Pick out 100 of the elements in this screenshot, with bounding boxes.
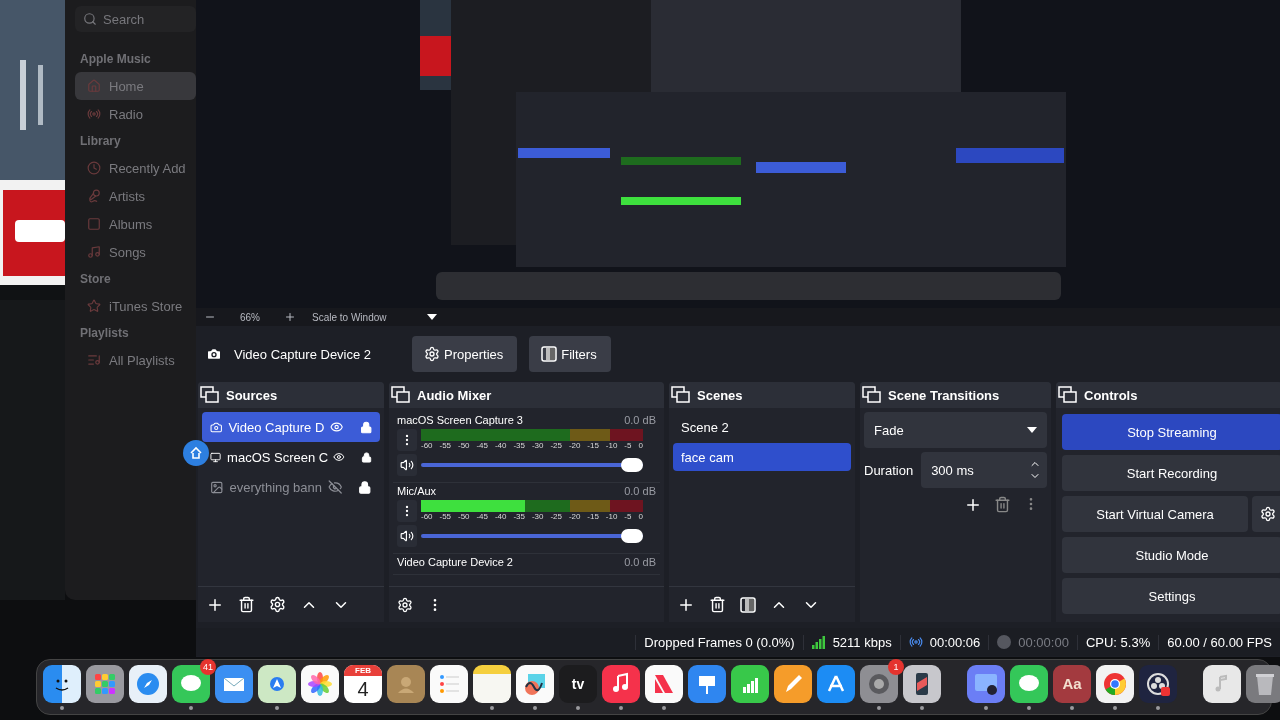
channel-menu-button[interactable] [397, 429, 417, 451]
house-icon [87, 79, 101, 93]
chrome-app-icon[interactable] [1096, 664, 1134, 703]
dictionary-app-icon[interactable]: Aa [1053, 664, 1091, 703]
freeform-app-icon[interactable] [516, 664, 554, 703]
zoom-in-icon[interactable] [284, 311, 296, 323]
panel-title: Sources [226, 387, 278, 403]
add-icon[interactable] [964, 496, 982, 514]
caret-icon [426, 314, 437, 320]
settings-app-icon[interactable] [860, 664, 898, 703]
speaker-icon [400, 458, 414, 472]
lock-icon[interactable] [360, 449, 372, 465]
source-item[interactable]: Video Capture D [202, 412, 380, 442]
channel-name: macOS Screen Capture 3 [397, 414, 523, 426]
screen-app-icon[interactable] [967, 664, 1005, 703]
sidebar-item[interactable]: Radio [75, 100, 196, 128]
stream-time: 00:00:06 [929, 634, 981, 650]
control-button[interactable]: Settings [1062, 578, 1280, 614]
gear-icon [1260, 506, 1276, 522]
numbers-app-icon[interactable] [731, 664, 769, 703]
meter-tick-label: -20 [568, 441, 581, 450]
meter-tick-label: -10 [605, 441, 618, 450]
finder-app-icon[interactable] [43, 664, 81, 703]
sidebar-item[interactable]: Songs [75, 238, 196, 266]
meter-tick-label: -55 [439, 441, 452, 450]
sidebar-item-label: Radio [109, 106, 143, 122]
search-icon [83, 12, 97, 26]
properties-button[interactable]: Properties [412, 336, 518, 372]
mute-button[interactable] [397, 454, 417, 476]
calendar-day: 4 [344, 678, 382, 699]
meter-tick-label: -50 [457, 512, 470, 521]
meter-tick-label: -40 [494, 512, 507, 521]
tv-app-icon[interactable]: tv [559, 664, 597, 703]
contacts-app-icon[interactable] [387, 664, 425, 703]
music-app-icon[interactable] [602, 664, 640, 703]
keynote-app-icon[interactable] [688, 664, 726, 703]
trash-icon[interactable] [709, 596, 726, 613]
safari-app-icon[interactable] [129, 664, 167, 703]
scale-dropdown[interactable]: Scale to Window [306, 311, 443, 323]
calendar-app-icon[interactable]: FEB 4 [344, 664, 382, 703]
sidebar-item[interactable]: Recently Add [75, 154, 196, 182]
slider-thumb[interactable] [621, 529, 643, 543]
sidebar-item-label: Songs [109, 244, 146, 260]
slider-thumb[interactable] [621, 458, 643, 472]
facetime-app-icon[interactable] [1010, 664, 1048, 703]
control-button[interactable]: Stop Streaming [1062, 414, 1280, 450]
control-button[interactable]: Start Recording [1062, 455, 1280, 491]
trash-icon[interactable] [238, 596, 255, 613]
photos-app-icon[interactable] [301, 664, 339, 703]
notes-app-icon[interactable] [473, 664, 511, 703]
filter-icon[interactable] [740, 596, 756, 613]
pages-app-icon[interactable] [774, 664, 812, 703]
launchpad-app-icon[interactable] [86, 664, 124, 703]
filter-icon [541, 346, 558, 362]
channel-reading: 0.0 dB [624, 556, 656, 568]
microphone-icon [87, 189, 101, 203]
transition-dropdown[interactable]: Fade [864, 412, 1047, 448]
dictionary-label: Aa [1062, 676, 1082, 691]
reminders-app-icon[interactable] [430, 664, 468, 703]
document-app-icon[interactable] [1203, 664, 1241, 703]
scene-item[interactable]: Scene 2 [673, 413, 851, 441]
channel-menu-button[interactable] [397, 500, 417, 522]
eye-off-icon[interactable] [328, 479, 343, 495]
source-item[interactable]: everything bann [202, 472, 380, 502]
news-app-icon[interactable] [645, 664, 683, 703]
sidebar-item[interactable]: Artists [75, 182, 196, 210]
sidebar-item-label: All Playlists [109, 352, 175, 368]
filters-button[interactable]: Filters [529, 336, 611, 372]
image-icon [210, 479, 224, 495]
zoom-level: 66% [240, 311, 260, 323]
settings-button[interactable] [1252, 496, 1280, 532]
signal-icon [811, 635, 826, 649]
meter-tick-label: -20 [568, 512, 581, 521]
control-button[interactable]: Start Virtual Camera [1062, 496, 1248, 532]
phone-app-icon[interactable] [903, 664, 941, 703]
control-button[interactable]: Studio Mode [1062, 537, 1280, 573]
obs-app-icon[interactable] [1139, 664, 1177, 703]
search-field[interactable]: Search [75, 6, 196, 32]
notification-badge: 1 [888, 658, 904, 675]
sidebar-item[interactable]: Albums [75, 210, 196, 238]
sidebar-item-label: iTunes Store [109, 298, 183, 314]
gear-icon[interactable] [269, 596, 286, 613]
meter-tick-label: -5 [624, 441, 632, 450]
sidebar-item[interactable]: All Playlists [75, 346, 196, 374]
mute-button[interactable] [397, 525, 417, 547]
record-time: 00:00:00 [1018, 634, 1069, 650]
lock-icon[interactable] [358, 479, 372, 495]
gear-icon[interactable] [397, 596, 413, 613]
sidebar-item-label: Artists [109, 188, 146, 204]
cpu-usage: CPU: 5.3% [1085, 634, 1151, 650]
sidebar-item[interactable]: iTunes Store [75, 292, 196, 320]
mail-app-icon[interactable] [215, 664, 253, 703]
panel-title: Scenes [697, 387, 743, 403]
scene-item[interactable]: face cam [673, 443, 851, 471]
maps-app-icon[interactable] [258, 664, 296, 703]
appstore-app-icon[interactable] [817, 664, 855, 703]
trash-app-icon[interactable] [1246, 664, 1280, 703]
sidebar-item-label: Albums [109, 216, 153, 232]
meter-tick-label: -25 [550, 512, 562, 521]
channel-name: Video Capture Device 2 [397, 556, 513, 568]
